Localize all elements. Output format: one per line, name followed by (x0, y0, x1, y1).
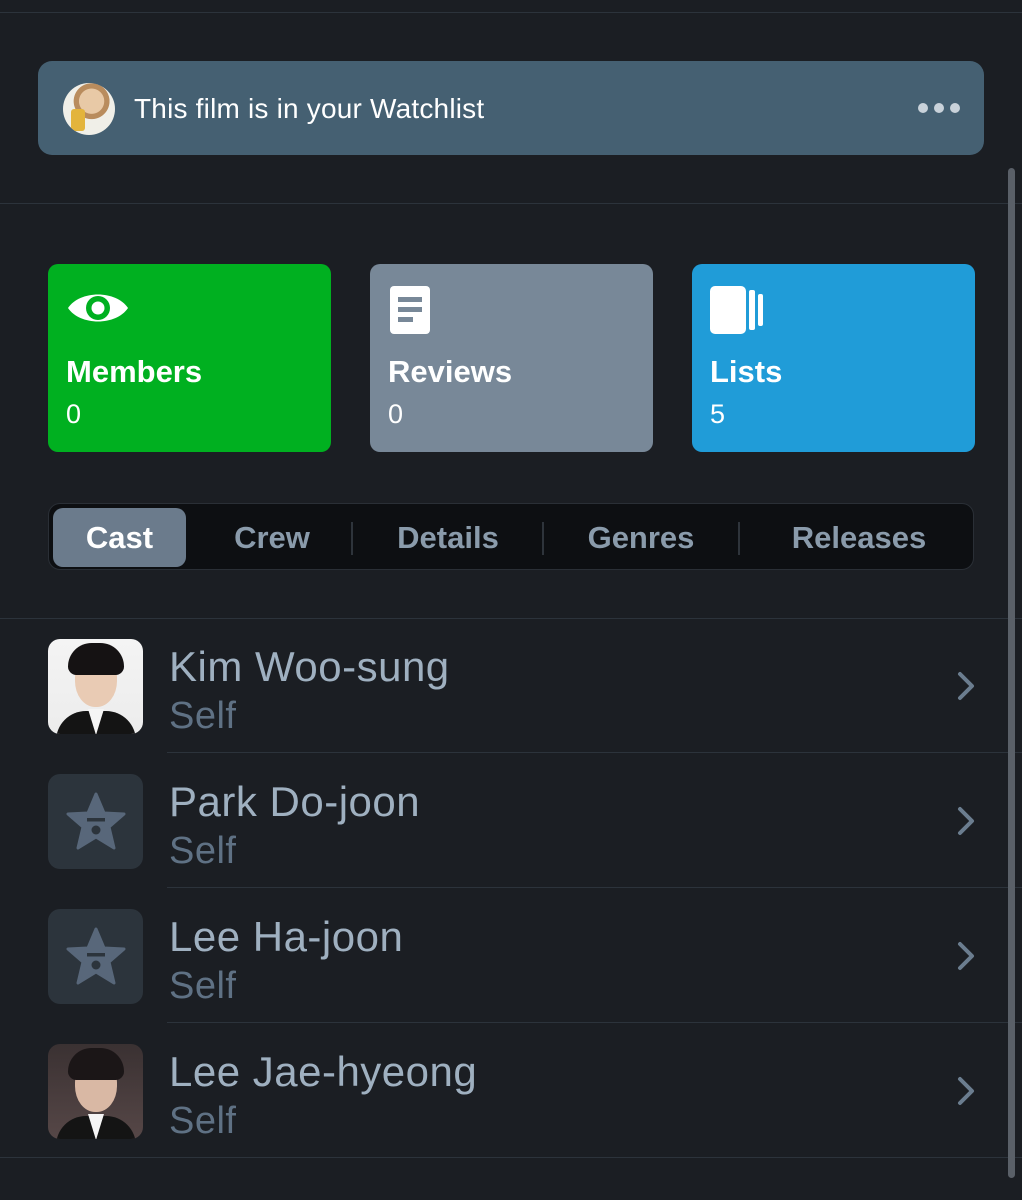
film-page: This film is in your Watchlist Members 0… (0, 0, 1022, 1200)
tab-divider (738, 522, 740, 555)
cast-photo (48, 1044, 143, 1139)
lists-label: Lists (710, 354, 783, 389)
cast-row[interactable]: Lee Ha-joon Self (0, 889, 1022, 1023)
lists-count: 5 (710, 399, 726, 429)
watchlist-banner[interactable]: This film is in your Watchlist (38, 61, 984, 155)
tab-details[interactable]: Details (359, 508, 537, 567)
star-placeholder-icon (66, 792, 126, 850)
cast-role: Self (169, 965, 237, 1007)
members-label: Members (66, 354, 203, 389)
cast-avatar-placeholder (48, 909, 143, 1004)
document-icon (390, 286, 430, 334)
cast-name: Kim Woo-sung (169, 643, 450, 690)
divider (0, 12, 1022, 13)
chevron-right-icon (958, 672, 974, 700)
tab-crew[interactable]: Crew (199, 508, 345, 567)
chevron-right-icon (958, 1077, 974, 1105)
eye-icon (68, 294, 128, 322)
members-card[interactable]: Members 0 (48, 264, 331, 452)
star-placeholder-icon (66, 927, 126, 985)
lists-icon (710, 286, 763, 334)
cast-name: Lee Jae-hyeong (169, 1048, 478, 1095)
reviews-card[interactable]: Reviews 0 (370, 264, 653, 452)
reviews-label: Reviews (388, 354, 513, 389)
scrollbar[interactable] (1008, 168, 1015, 1178)
reviews-count: 0 (388, 399, 404, 429)
divider (167, 887, 1022, 888)
cast-role: Self (169, 830, 237, 872)
cast-photo (48, 639, 143, 734)
tab-divider (351, 522, 353, 555)
cast-avatar-placeholder (48, 774, 143, 869)
segmented-tabs: Cast Crew Details Genres Releases (48, 503, 974, 570)
ellipsis-icon[interactable] (918, 103, 960, 113)
tab-genres[interactable]: Genres (549, 508, 733, 567)
watchlist-text: This film is in your Watchlist (134, 93, 485, 124)
chevron-right-icon (958, 807, 974, 835)
cast-role: Self (169, 1100, 237, 1142)
lists-card[interactable]: Lists 5 (692, 264, 975, 452)
cast-row[interactable]: Kim Woo-sung Self (0, 619, 1022, 753)
cast-row[interactable]: Lee Jae-hyeong Self (0, 1024, 1022, 1158)
tab-releases[interactable]: Releases (749, 508, 969, 567)
user-avatar (63, 83, 115, 135)
divider (167, 1022, 1022, 1023)
divider (0, 203, 1022, 204)
divider (167, 752, 1022, 753)
tab-divider (542, 522, 544, 555)
cast-name: Park Do-joon (169, 778, 421, 825)
cast-role: Self (169, 695, 237, 737)
members-count: 0 (66, 399, 82, 429)
cast-name: Lee Ha-joon (169, 913, 404, 960)
chevron-right-icon (958, 942, 974, 970)
divider (0, 1157, 1022, 1158)
tab-cast[interactable]: Cast (53, 508, 186, 567)
cast-row[interactable]: Park Do-joon Self (0, 754, 1022, 888)
